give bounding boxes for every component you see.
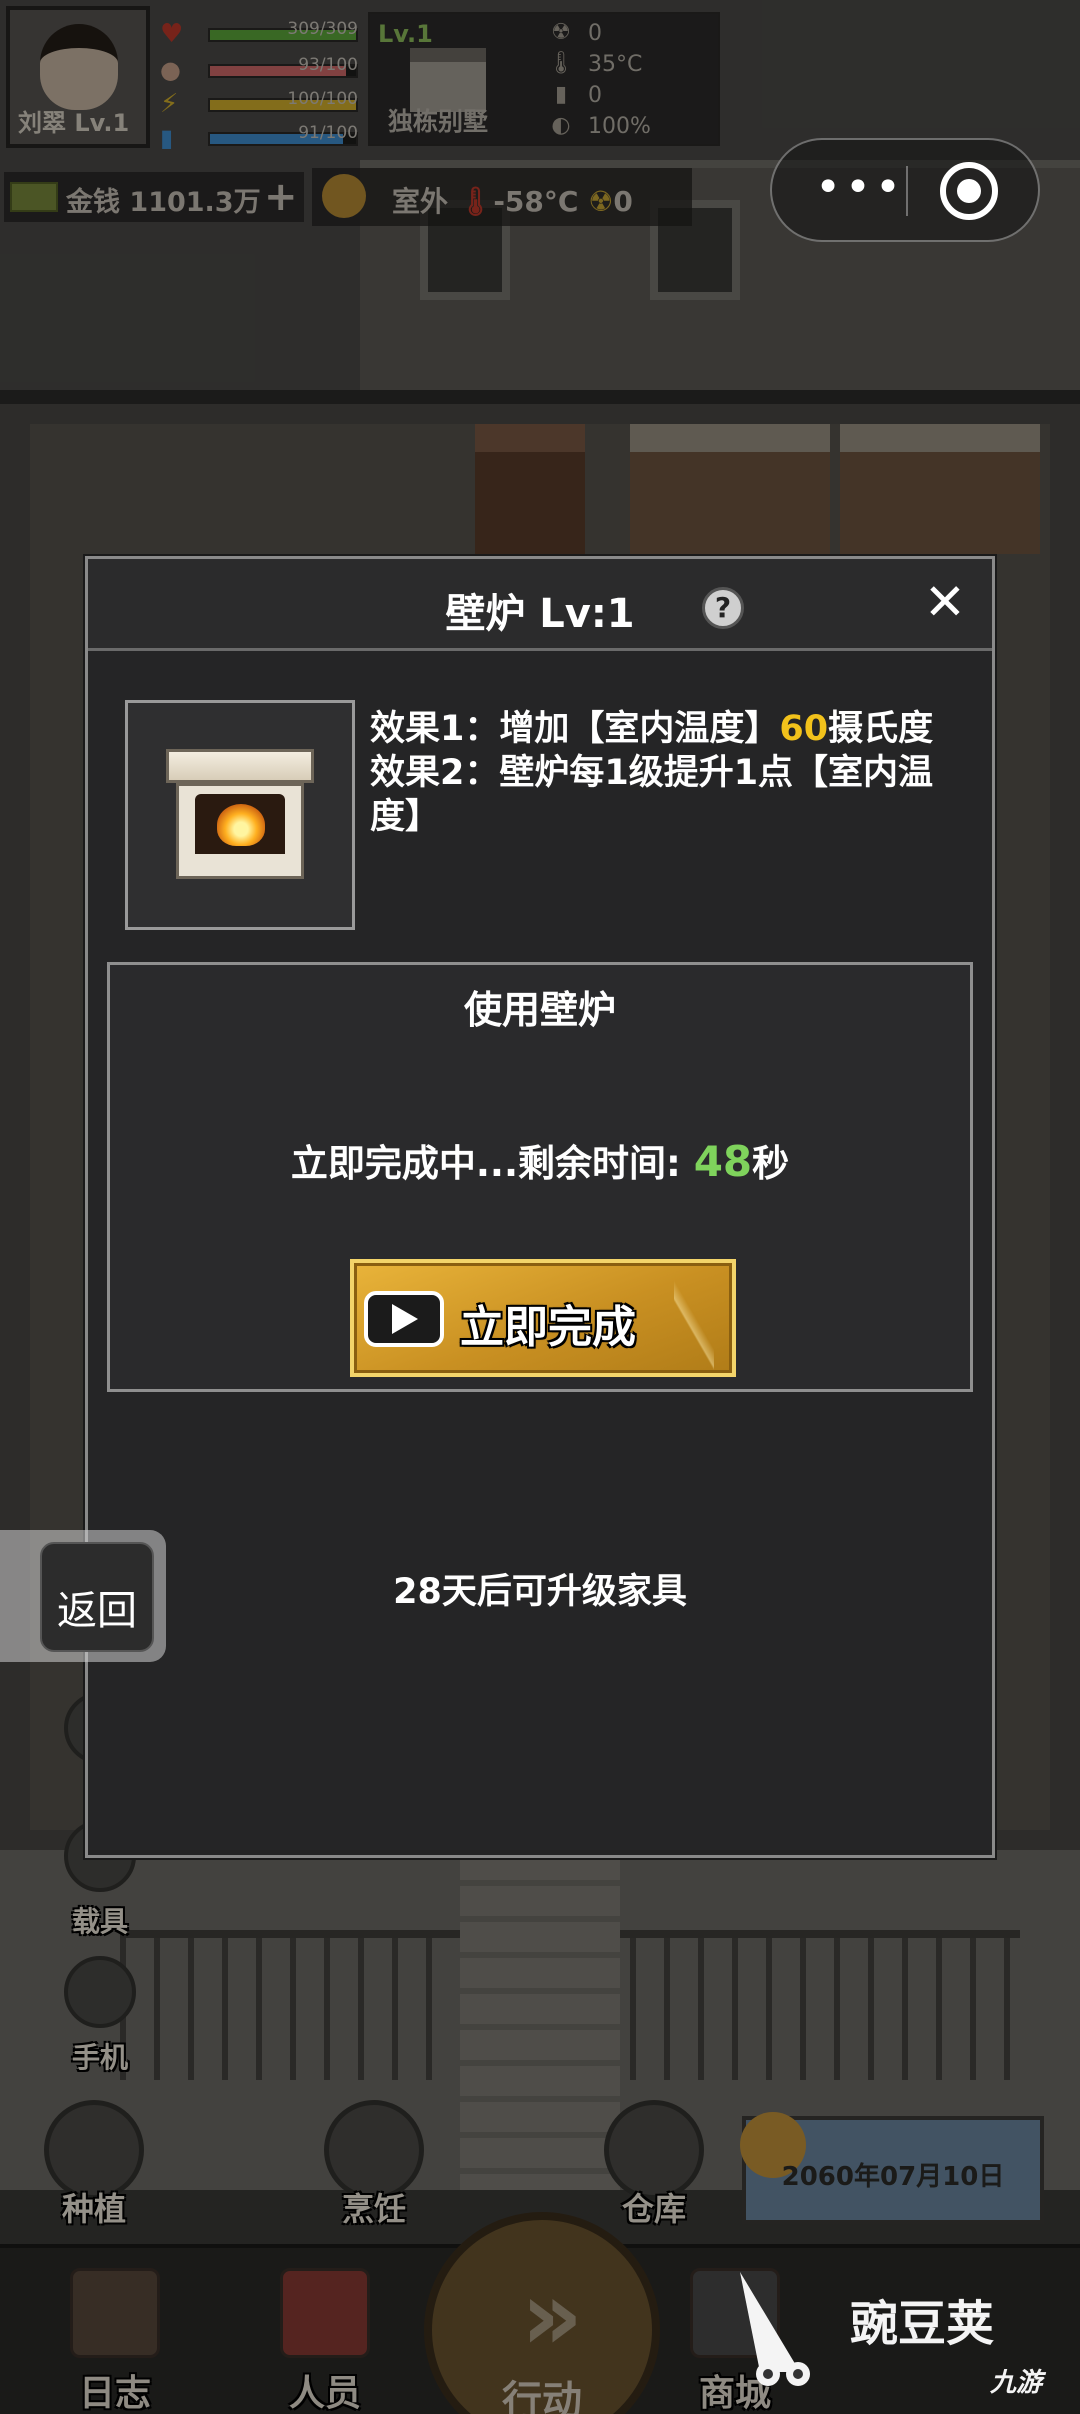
upgrade-note: 28天后可升级家具 <box>393 1572 687 1612</box>
finish-now-label: 立即完成 <box>460 1302 636 1353</box>
finish-now-button[interactable]: 立即完成 <box>350 1259 736 1377</box>
use-title: 使用壁炉 <box>463 988 616 1032</box>
effects-text: 效果1：增加【室内温度】60摄氏度 效果2：壁炉每1级提升1点【室内温度】 <box>370 707 970 839</box>
close-icon[interactable]: ✕ <box>920 577 970 627</box>
effect-1-value: 60 <box>779 709 829 749</box>
watermark-sub: 九游 <box>990 2368 1043 2398</box>
capsule-divider <box>906 166 908 216</box>
timer-text: 立即完成中...剩余时间: 48秒 <box>290 1137 790 1186</box>
close-miniprogram-icon[interactable] <box>940 162 998 220</box>
timer-seconds: 48 <box>693 1137 753 1186</box>
use-panel: 使用壁炉 立即完成中...剩余时间: 48秒 立即完成 <box>107 962 973 1392</box>
miniprogram-capsule: ••• <box>770 138 1040 242</box>
more-icon[interactable]: ••• <box>810 166 910 212</box>
effect-2: 效果2：壁炉每1级提升1点【室内温度】 <box>370 753 934 837</box>
watermark: 豌豆荚 九游 <box>720 2262 1080 2414</box>
effect-1: 效果1：增加【室内温度】60摄氏度 <box>370 709 934 749</box>
help-icon[interactable]: ? <box>702 587 744 629</box>
item-thumbnail <box>125 700 355 930</box>
back-label: 返回 <box>57 1588 137 1634</box>
dialog-title: 壁炉 Lv:1 <box>445 591 635 637</box>
watermark-brand: 豌豆荚 <box>850 2296 995 2352</box>
dialog-header: 壁炉 Lv:1 ? ✕ <box>88 559 992 651</box>
fireplace-icon <box>166 749 314 879</box>
back-button[interactable]: 返回 <box>0 1530 166 1662</box>
wandoujia-logo-icon <box>740 2272 810 2386</box>
fireplace-dialog: 壁炉 Lv:1 ? ✕ 效果1：增加【室内温度】60摄氏度 效果2：壁炉每1级提… <box>85 556 995 1858</box>
video-ad-icon <box>364 1291 444 1347</box>
